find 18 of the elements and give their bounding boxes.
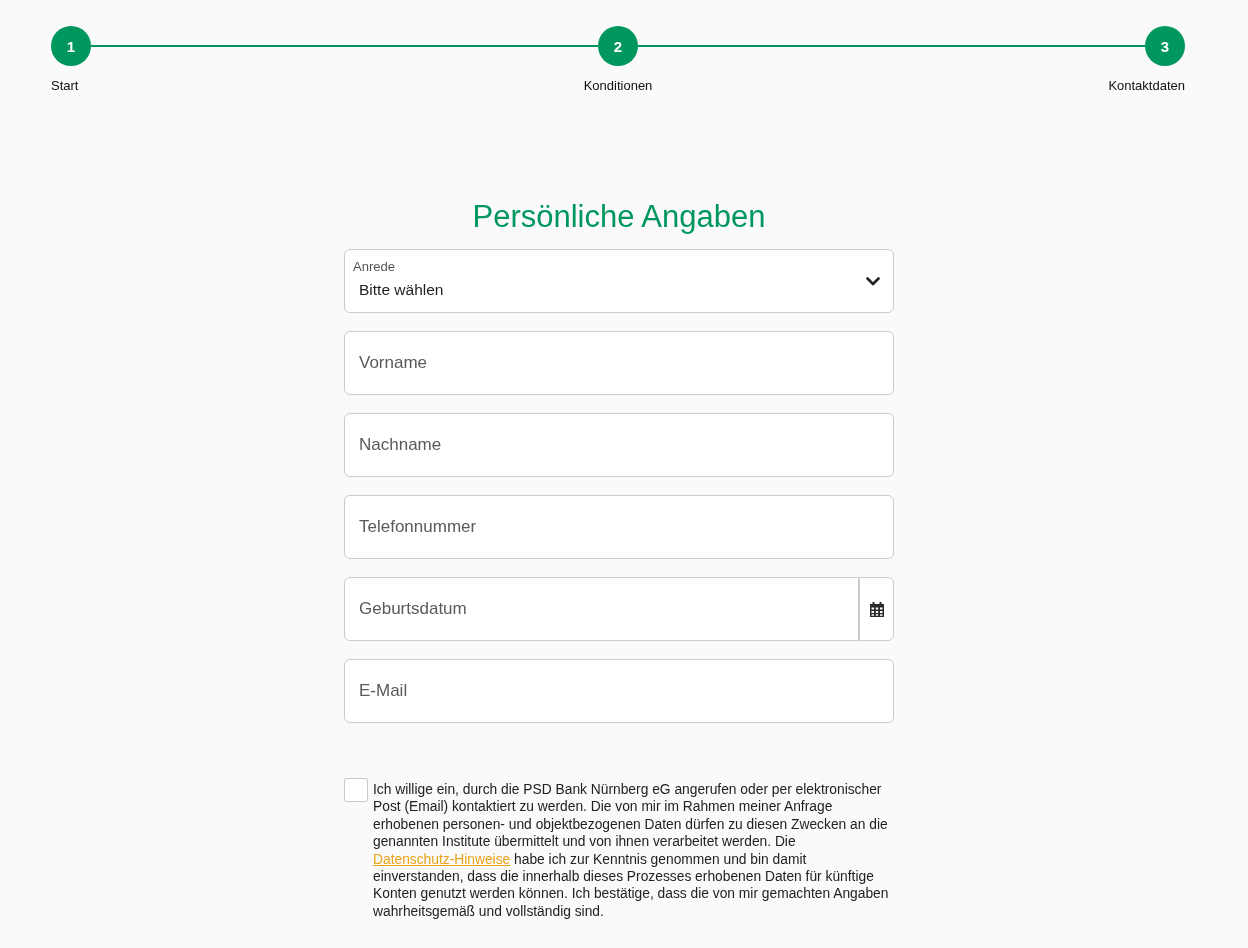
consent-text: Ich willige ein, durch die PSD Bank Nürnberg eG angerufen oder per elektronischer Post (Email) kontaktiert zu werden. Die von mir im Rahmen meiner Anfrage erhobenen personen- und objektbezogenen Daten dürfen zu diesen Zwecken an die genannten Institute übermittelt und von ihnen verarbeitet werden. Die Datenschutz-Hinweise habe ich zur Kenntnis genommen und bin damit einverstanden, dass die innerhalb dieses Prozesses erhobenen Daten für künftige Konten genutzt werden können. Ich bestätige, dass die von mir gemachten Angaben wahrheitsgemäß und vollständig sind. (373, 781, 890, 921)
step-label: Kontaktdaten (1108, 78, 1185, 94)
step-label: Konditionen (583, 78, 653, 94)
salutation-select[interactable]: Anrede Bitte wählen (344, 249, 894, 313)
step-circle: 3 (1145, 26, 1185, 66)
step-circle: 2 (598, 26, 638, 66)
checkbox[interactable] (344, 778, 368, 802)
input-field[interactable]: Nachname (344, 413, 894, 477)
calendar-icon (869, 601, 884, 617)
date-input-field[interactable]: Geburtsdatum (344, 577, 859, 641)
step-label: Start (51, 78, 79, 94)
input-field[interactable]: Vorname (344, 331, 894, 395)
input-field[interactable]: E-Mail (344, 659, 894, 723)
calendar-button[interactable] (859, 577, 894, 641)
chevron-down-icon (866, 276, 880, 286)
step-circle: 1 (51, 26, 91, 66)
form-title: Persönliche Angaben (471, 199, 767, 235)
input-field[interactable]: Telefonnummer (344, 495, 894, 559)
